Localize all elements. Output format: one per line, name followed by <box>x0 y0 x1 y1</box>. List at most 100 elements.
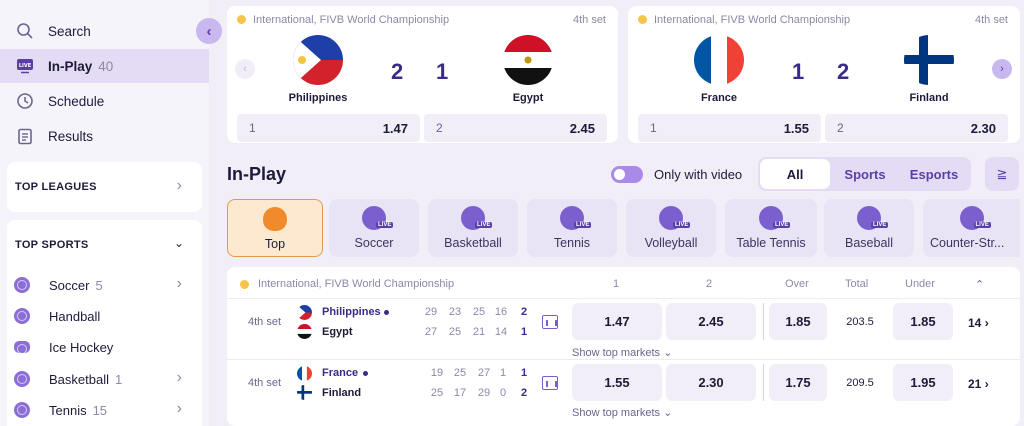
set-score: 19 <box>430 367 444 379</box>
prev-arrow-icon[interactable]: ‹ <box>235 59 255 79</box>
collapse-icon: ≧ <box>996 166 1008 181</box>
serve-indicator <box>384 310 389 315</box>
collapse-all-button[interactable]: ≧ <box>985 157 1019 191</box>
tab-soccer[interactable]: LIVE Soccer <box>329 199 419 257</box>
odd-cell-2[interactable]: 2.30 <box>666 364 756 401</box>
sport-item-label: Ice Hockey <box>49 339 114 355</box>
live-badge: LIVE <box>871 222 889 228</box>
set-label: 4th set <box>974 14 1008 26</box>
category-segment: All Sports Esports <box>758 157 971 191</box>
more-markets-link[interactable]: 21 › <box>968 377 989 391</box>
nav-results[interactable]: Results <box>0 119 209 153</box>
match-card-header: International, FIVB World Championship 4… <box>237 14 606 26</box>
odd-cell-under[interactable]: 1.85 <box>893 303 953 340</box>
video-toggle[interactable] <box>611 166 643 183</box>
odd-button-1[interactable]: 1 1.47 <box>237 114 420 142</box>
tab-label: Basketball <box>444 236 502 250</box>
sport-item-handball[interactable]: Handball <box>7 301 202 331</box>
top-leagues-section[interactable]: TOP LEAGUES › <box>7 162 202 212</box>
chevron-right-icon: › <box>984 316 989 330</box>
set-score: 27 <box>477 367 491 379</box>
odd-cell-2[interactable]: 2.45 <box>666 303 756 340</box>
sport-item-tennis[interactable]: Tennis 15 › <box>7 395 202 425</box>
more-markets-link[interactable]: 14 › <box>968 316 989 330</box>
philippines-flag-icon <box>297 305 312 320</box>
odd-cell-under[interactable]: 1.95 <box>893 364 953 401</box>
trophy-icon <box>240 280 249 289</box>
tab-counter-strike[interactable]: LIVE Counter-Str... <box>923 199 1020 257</box>
clipboard-icon <box>14 125 36 147</box>
odd-key: 2 <box>837 121 844 135</box>
trophy-icon <box>638 15 647 24</box>
sidebar-collapse-button[interactable]: ‹ <box>196 18 222 44</box>
sport-item-ice-hockey[interactable]: Ice Hockey <box>7 332 202 362</box>
odd-value: 1.55 <box>783 120 809 136</box>
stats-chart-icon[interactable] <box>542 376 558 390</box>
france-flag-icon <box>297 366 312 381</box>
nav-in-play-label: In-Play <box>48 58 93 74</box>
tab-table-tennis[interactable]: LIVE Table Tennis <box>725 199 817 257</box>
show-top-markets-link[interactable]: Show top markets ⌄ <box>572 406 672 419</box>
odd-button-2[interactable]: 2 2.30 <box>825 114 1008 142</box>
stats-chart-icon[interactable] <box>542 315 558 329</box>
tab-basketball[interactable]: LIVE Basketball <box>428 199 518 257</box>
odd-key: 1 <box>249 121 256 135</box>
tab-label: Volleyball <box>644 236 698 250</box>
sport-item-count: 5 <box>95 277 103 293</box>
divider <box>763 303 764 340</box>
segment-sports[interactable]: Sports <box>831 159 899 189</box>
chevron-right-icon: › <box>984 377 989 391</box>
chevron-up-icon[interactable]: ⌃ <box>975 278 984 291</box>
sport-item-count: 1 <box>114 371 123 387</box>
nav-schedule[interactable]: Schedule <box>0 84 209 118</box>
finland-flag-icon <box>297 385 312 400</box>
sets-won: 2 <box>521 387 528 399</box>
show-top-markets-link[interactable]: Show top markets ⌄ <box>572 346 672 359</box>
tab-label: Soccer <box>354 236 394 250</box>
column-header-under: Under <box>905 278 935 290</box>
next-arrow-icon[interactable]: › <box>992 59 1012 79</box>
svg-text:LIVE: LIVE <box>19 63 32 69</box>
page-title: In-Play <box>227 164 287 184</box>
egypt-flag-icon <box>503 35 553 85</box>
league-name: International, FIVB World Championship <box>253 14 450 26</box>
sport-item-soccer[interactable]: Soccer 5 › <box>7 270 202 300</box>
column-header-1: 1 <box>613 278 620 290</box>
tab-volleyball[interactable]: LIVE Volleyball <box>626 199 716 257</box>
tennis-ball-icon <box>14 402 30 418</box>
set-score: 21 <box>472 326 486 338</box>
live-badge: LIVE <box>773 222 791 228</box>
odd-button-2[interactable]: 2 2.45 <box>424 114 607 142</box>
tab-tennis[interactable]: LIVE Tennis <box>527 199 617 257</box>
match-card-header: International, FIVB World Championship 4… <box>638 14 1008 26</box>
odd-cell-over[interactable]: 1.85 <box>769 303 827 340</box>
odd-key: 2 <box>436 121 443 135</box>
team2-name: Finland <box>909 92 949 104</box>
odd-cell-1[interactable]: 1.47 <box>572 303 662 340</box>
nav-in-play[interactable]: LIVE In-Play 40 <box>0 49 209 83</box>
odd-button-1[interactable]: 1 1.55 <box>638 114 821 142</box>
sport-item-basketball[interactable]: Basketball 1 › <box>7 364 202 394</box>
team2-name: Egypt <box>512 92 544 104</box>
odd-value: 1.47 <box>382 120 408 136</box>
video-toggle-label: Only with video <box>654 167 743 182</box>
odd-cell-over[interactable]: 1.75 <box>769 364 827 401</box>
chevron-right-icon: › <box>176 275 182 292</box>
show-top-markets-label: Show top markets <box>572 407 661 419</box>
chevron-down-icon[interactable]: ⌄ <box>174 236 184 250</box>
flame-icon <box>263 207 287 231</box>
nav-search[interactable]: Search <box>0 14 209 48</box>
featured-match-card[interactable]: International, FIVB World Championship 4… <box>628 6 1020 143</box>
live-badge: LIVE <box>376 222 394 228</box>
total-line: 209.5 <box>846 377 874 389</box>
tab-top[interactable]: Top <box>227 199 323 257</box>
segment-all[interactable]: All <box>760 159 830 189</box>
featured-match-card[interactable]: International, FIVB World Championship 4… <box>227 6 618 143</box>
tab-baseball[interactable]: LIVE Baseball <box>824 199 914 257</box>
odd-cell-1[interactable]: 1.55 <box>572 364 662 401</box>
clock-icon <box>14 90 36 112</box>
segment-esports[interactable]: Esports <box>900 159 968 189</box>
basketball-icon <box>14 371 30 387</box>
egypt-flag-icon <box>297 324 312 339</box>
set-score: 1 <box>499 367 507 379</box>
